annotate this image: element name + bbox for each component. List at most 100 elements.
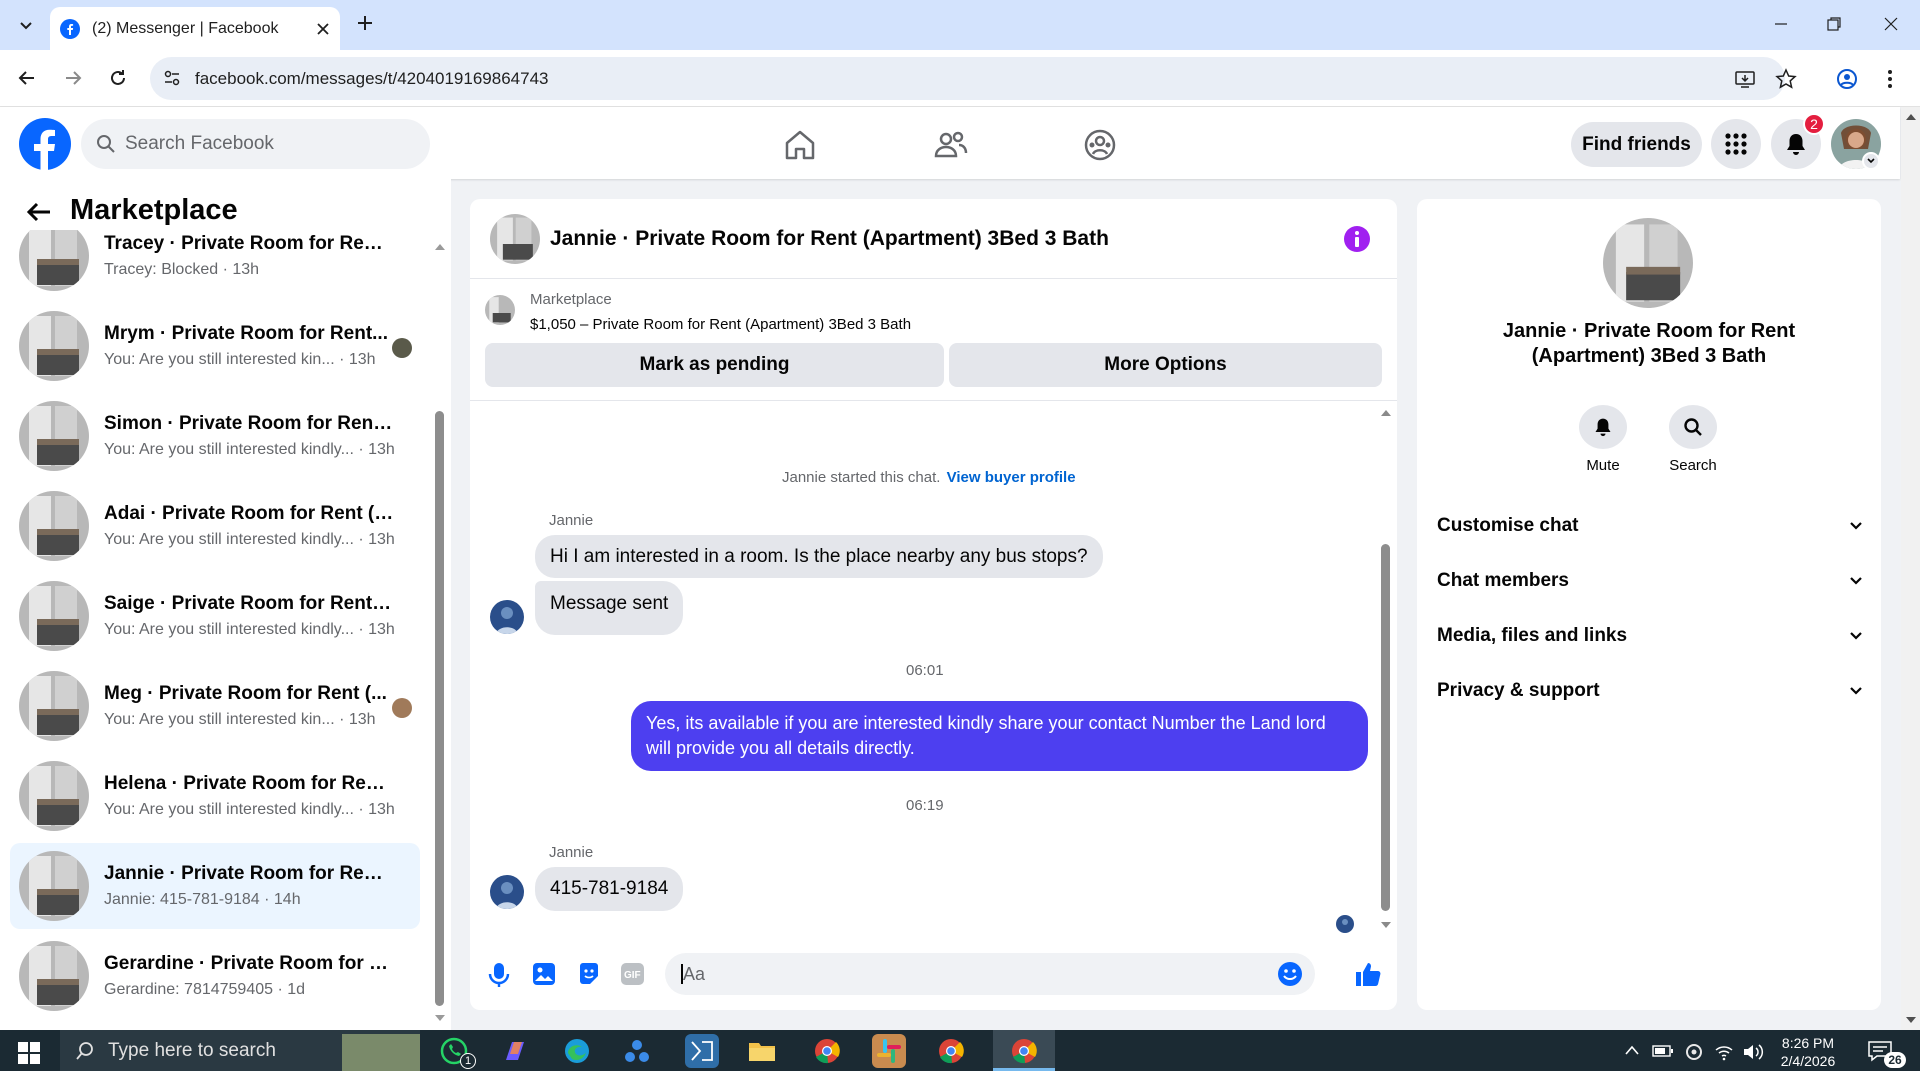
list-item[interactable]: Mrym · Private Room for Rent... You: Are … bbox=[10, 303, 420, 389]
conversation-name: Saige · Private Room for Rent (A... bbox=[104, 592, 394, 614]
install-app-icon[interactable] bbox=[1734, 68, 1756, 90]
back-button[interactable] bbox=[9, 60, 45, 96]
listing-profile-photo[interactable] bbox=[1603, 218, 1693, 308]
conversation-preview: You: Are you still interested kindly... … bbox=[104, 440, 394, 458]
close-window-button[interactable] bbox=[1883, 16, 1899, 32]
page-scrollbar[interactable] bbox=[1901, 107, 1920, 1030]
listing-avatar[interactable] bbox=[490, 214, 540, 264]
reload-button[interactable] bbox=[100, 60, 136, 96]
battery-icon[interactable] bbox=[1652, 1044, 1674, 1058]
scroll-down-arrow[interactable] bbox=[1380, 921, 1392, 929]
scroll-down-arrow[interactable] bbox=[434, 1014, 446, 1022]
sticker-icon bbox=[580, 963, 598, 984]
start-button[interactable] bbox=[18, 1042, 40, 1064]
conversation-info-button[interactable] bbox=[1344, 226, 1370, 252]
network-app-taskbar-icon[interactable] bbox=[620, 1034, 654, 1068]
send-like-button[interactable] bbox=[1354, 960, 1382, 988]
show-hidden-icons-button[interactable] bbox=[1624, 1044, 1640, 1056]
chevron-down-icon bbox=[1850, 522, 1862, 530]
chat-title[interactable]: Jannie · Private Room for Rent (Apartmen… bbox=[550, 227, 1109, 251]
scroll-up-arrow[interactable] bbox=[1380, 409, 1392, 417]
menu-button[interactable] bbox=[1711, 119, 1761, 169]
conversation-preview: Gerardine: 7814759405 · 1d bbox=[104, 980, 306, 998]
wifi-icon[interactable] bbox=[1714, 1043, 1734, 1061]
chat-members-section[interactable]: Chat members bbox=[1437, 561, 1862, 601]
clock-date: 2/4/2026 bbox=[1780, 1053, 1836, 1069]
emoji-button[interactable] bbox=[1277, 961, 1303, 987]
mute-button[interactable] bbox=[1579, 405, 1627, 449]
more-menu-icon[interactable] bbox=[1886, 68, 1894, 90]
list-item[interactable]: Tracey · Private Room for Rent (... Trace… bbox=[10, 230, 420, 299]
message-input[interactable]: Aa bbox=[665, 953, 1315, 995]
remote-desktop-taskbar-icon[interactable] bbox=[685, 1034, 719, 1068]
sender-avatar[interactable] bbox=[490, 875, 524, 909]
search-in-conversation-button[interactable] bbox=[1669, 405, 1717, 449]
sidebar-scrollbar-thumb[interactable] bbox=[435, 411, 444, 1006]
scroll-up-arrow[interactable] bbox=[434, 243, 446, 251]
profile-icon[interactable] bbox=[1836, 68, 1858, 90]
conversation-preview: Jannie: 415-781-9184 · 14h bbox=[104, 890, 301, 908]
listing-detail[interactable]: $1,050 – Private Room for Rent (Apartmen… bbox=[530, 316, 911, 333]
chat-scrollbar-thumb[interactable] bbox=[1381, 544, 1390, 911]
conversation-list[interactable]: Tracey · Private Room for Rent (... Trace… bbox=[0, 230, 436, 1030]
copilot-taskbar-icon[interactable] bbox=[498, 1034, 532, 1068]
media-files-links-section[interactable]: Media, files and links bbox=[1437, 616, 1862, 656]
chrome-active-taskbar-icon bbox=[1007, 1034, 1041, 1068]
incoming-message[interactable]: Hi I am interested in a room. Is the pla… bbox=[535, 535, 1103, 578]
listing-thumbnail bbox=[19, 941, 89, 1011]
bookmark-star-icon[interactable] bbox=[1775, 68, 1797, 90]
volume-icon[interactable] bbox=[1742, 1043, 1764, 1061]
list-item[interactable]: Adai · Private Room for Rent (A... You: A… bbox=[10, 483, 420, 569]
restore-button[interactable] bbox=[1826, 16, 1842, 32]
clock[interactable]: 8:26 PM 2/4/2026 bbox=[1772, 1034, 1844, 1070]
nav-home[interactable] bbox=[782, 127, 818, 163]
scroll-up-arrow[interactable] bbox=[1905, 113, 1917, 121]
customise-chat-section[interactable]: Customise chat bbox=[1437, 506, 1862, 546]
voice-clip-button[interactable] bbox=[488, 962, 510, 988]
tab-search-button[interactable] bbox=[8, 7, 44, 43]
chevron-down-icon bbox=[1850, 577, 1862, 585]
facebook-search-input[interactable]: Search Facebook bbox=[81, 119, 430, 169]
more-options-button[interactable]: More Options bbox=[949, 343, 1382, 387]
nav-groups[interactable] bbox=[1082, 127, 1118, 163]
list-item[interactable]: Helena · Private Room for Rent (... You: … bbox=[10, 753, 420, 839]
mark-as-pending-button[interactable]: Mark as pending bbox=[485, 343, 944, 387]
search-icon bbox=[96, 134, 116, 154]
view-buyer-profile-link[interactable]: View buyer profile bbox=[947, 469, 1076, 486]
list-item-active[interactable]: Jannie · Private Room for Rent (... Janni… bbox=[10, 843, 420, 929]
list-item[interactable]: Saige · Private Room for Rent (A... You: … bbox=[10, 573, 420, 659]
outgoing-message[interactable]: Yes, its available if you are interested… bbox=[631, 701, 1368, 771]
sender-avatar[interactable] bbox=[490, 600, 524, 634]
chrome-tray-icon[interactable] bbox=[1685, 1043, 1703, 1061]
nav-friends[interactable] bbox=[933, 127, 969, 163]
forward-button[interactable] bbox=[55, 60, 91, 96]
url-field[interactable]: facebook.com/messages/t/4204019169864743 bbox=[150, 57, 1785, 100]
find-friends-button[interactable]: Find friends bbox=[1571, 122, 1702, 167]
listing-thumbnail bbox=[19, 491, 89, 561]
back-arrow-button[interactable] bbox=[26, 201, 52, 223]
scroll-down-arrow[interactable] bbox=[1905, 1016, 1917, 1024]
arrow-left-icon bbox=[18, 71, 34, 85]
facebook-logo[interactable] bbox=[19, 118, 71, 170]
browser-tab[interactable]: (2) Messenger | Facebook bbox=[50, 7, 340, 50]
close-icon[interactable] bbox=[316, 22, 330, 36]
new-tab-button[interactable] bbox=[355, 13, 375, 33]
list-item[interactable]: Simon · Private Room for Rent (... You: A… bbox=[10, 393, 420, 479]
slack-taskbar-icon[interactable] bbox=[872, 1034, 906, 1068]
privacy-support-section[interactable]: Privacy & support bbox=[1437, 671, 1862, 711]
list-item[interactable]: Gerardine · Private Room for Re... Gerard… bbox=[10, 933, 420, 1019]
site-info-icon[interactable] bbox=[163, 69, 181, 87]
account-menu-chevron[interactable] bbox=[1862, 152, 1880, 170]
gif-button[interactable]: GIF bbox=[621, 963, 644, 985]
list-item[interactable]: Meg · Private Room for Rent (... You: Are… bbox=[10, 663, 420, 749]
minimize-button[interactable] bbox=[1773, 16, 1789, 32]
chrome-taskbar-icon[interactable] bbox=[810, 1034, 844, 1068]
incoming-message[interactable]: Message sent bbox=[535, 581, 684, 635]
sticker-button[interactable] bbox=[577, 962, 601, 986]
incoming-message[interactable]: 415-781-9184 bbox=[535, 867, 684, 911]
chrome-profile-taskbar-icon[interactable] bbox=[934, 1034, 968, 1068]
attach-photo-button[interactable] bbox=[532, 962, 556, 986]
section-label: Privacy & support bbox=[1437, 680, 1600, 701]
file-explorer-taskbar-icon[interactable] bbox=[745, 1034, 779, 1068]
edge-taskbar-icon[interactable] bbox=[560, 1034, 594, 1068]
